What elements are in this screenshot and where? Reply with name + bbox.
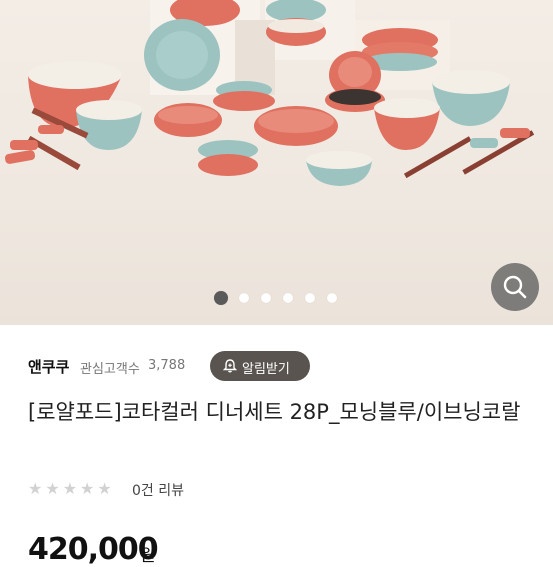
followers-count: 3,788 (148, 358, 186, 373)
search-icon (503, 275, 527, 299)
rating-stars: ★★★★★ (28, 479, 115, 498)
gallery-pagination (0, 291, 553, 305)
bell-plus-icon (222, 358, 238, 378)
zoom-button[interactable] (491, 263, 539, 311)
gallery-dot-2[interactable] (239, 293, 249, 303)
gallery-dot-4[interactable] (283, 293, 293, 303)
review-count-link[interactable]: 0건 리뷰 (132, 480, 184, 500)
seller-name[interactable]: 앤쿠쿠 (28, 356, 69, 377)
gallery-dot-6[interactable] (327, 293, 337, 303)
alarm-button-label: 알림받기 (242, 362, 290, 377)
product-price: 420,000 (28, 532, 159, 567)
product-image-gallery[interactable] (0, 0, 553, 325)
followers-label: 관심고객수 (80, 362, 140, 377)
product-photo (4, 0, 535, 186)
gallery-dot-3[interactable] (261, 293, 271, 303)
product-title: [로얄포드]코타컬러 디너세트 28P_모닝블루/이브닝코랄 (28, 400, 521, 424)
alarm-subscribe-button[interactable]: 알림받기 (210, 351, 310, 381)
gallery-dot-1[interactable] (214, 291, 228, 305)
gallery-dot-5[interactable] (305, 293, 315, 303)
price-currency: 원 (140, 546, 156, 566)
